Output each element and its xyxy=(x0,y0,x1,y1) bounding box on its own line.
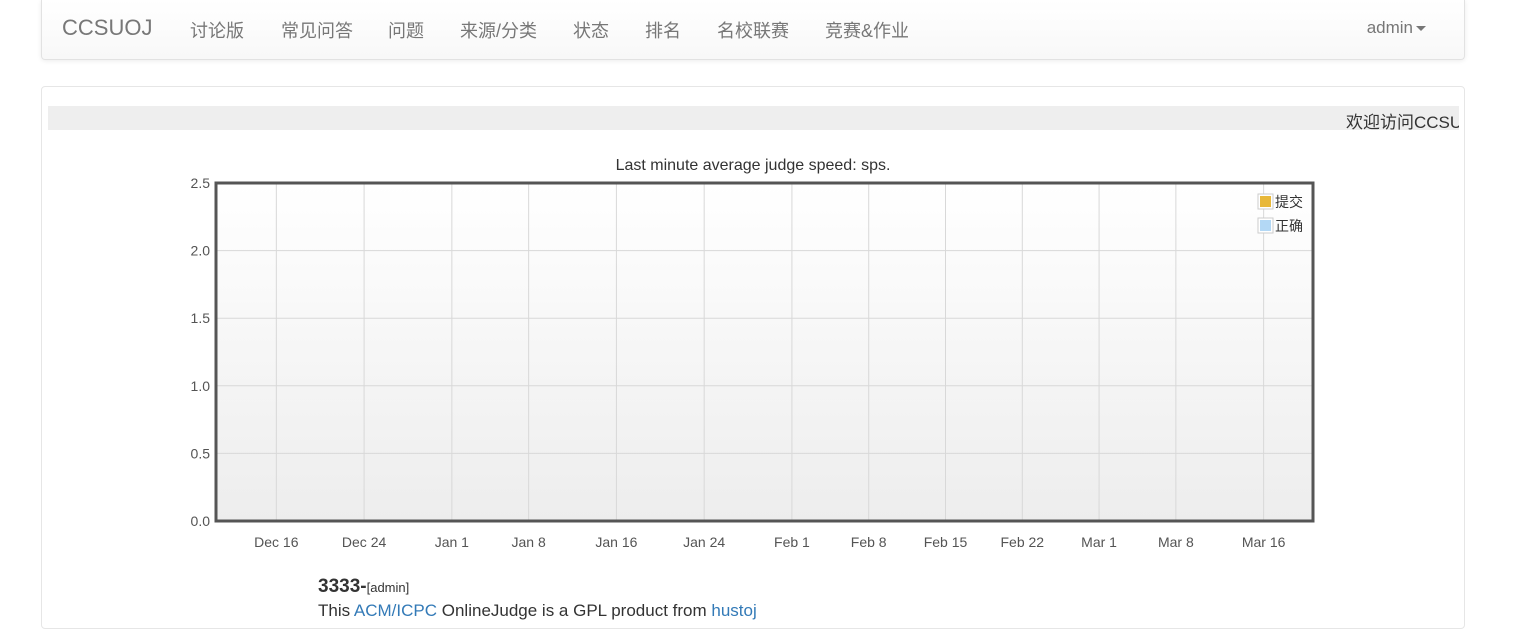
footer-stats: 3333-[admin] xyxy=(318,576,409,598)
x-tick-label: Dec 24 xyxy=(342,534,387,550)
footer-prefix: This xyxy=(318,601,354,620)
legend-label: 正确 xyxy=(1275,219,1303,235)
y-tick-label: 2.5 xyxy=(191,175,211,191)
x-tick-label: Mar 16 xyxy=(1242,534,1286,550)
legend-swatch xyxy=(1260,220,1271,231)
y-tick-label: 1.0 xyxy=(191,378,211,394)
hustoj-link[interactable]: hustoj xyxy=(711,601,756,620)
x-tick-label: Feb 15 xyxy=(924,534,968,550)
x-tick-label: Feb 22 xyxy=(1000,534,1044,550)
y-tick-label: 1.5 xyxy=(191,310,211,326)
footer-middle: OnlineJudge is a GPL product from xyxy=(437,601,712,620)
x-tick-label: Jan 1 xyxy=(435,534,469,550)
y-tick-label: 0.5 xyxy=(191,445,211,461)
acm-icpc-link[interactable]: ACM/ICPC xyxy=(354,601,437,620)
footer-credit: This ACM/ICPC OnlineJudge is a GPL produ… xyxy=(318,601,757,621)
footer-author: [admin] xyxy=(366,580,410,595)
x-tick-label: Feb 8 xyxy=(851,534,887,550)
y-tick-label: 0.0 xyxy=(191,513,211,529)
x-tick-label: Feb 1 xyxy=(774,534,810,550)
plot-area xyxy=(216,183,1313,521)
x-tick-label: Mar 8 xyxy=(1158,534,1194,550)
y-tick-label: 2.0 xyxy=(191,243,211,259)
legend-label: 提交 xyxy=(1275,194,1303,211)
x-tick-label: Jan 8 xyxy=(512,534,546,550)
x-tick-label: Jan 16 xyxy=(595,534,637,550)
submission-count: 3333 xyxy=(318,576,361,597)
x-tick-label: Mar 1 xyxy=(1081,534,1117,550)
legend-swatch xyxy=(1260,196,1271,207)
x-tick-label: Dec 16 xyxy=(254,534,299,550)
judge-speed-chart: 0.0 0.5 1.0 1.5 2.0 2.5 Dec 16 Dec 24 Jan 1 Jan … xyxy=(191,175,1315,550)
x-tick-label: Jan 24 xyxy=(683,534,725,550)
